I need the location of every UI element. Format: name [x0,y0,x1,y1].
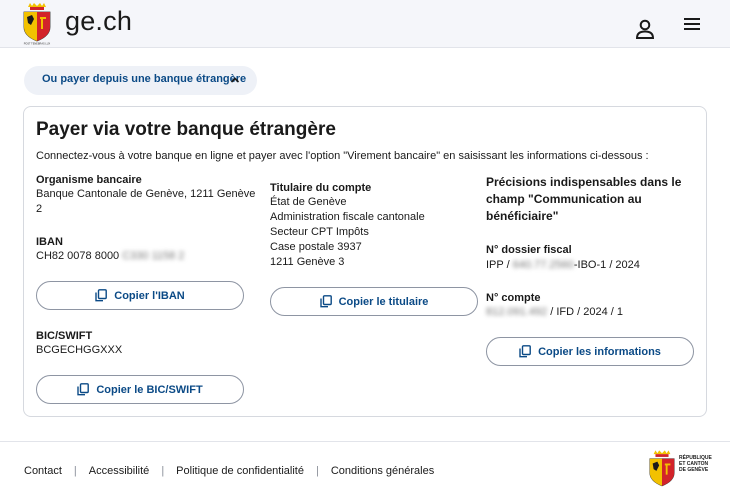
details-heading-line2: champ "Communication au [486,192,642,206]
footer-link-contact[interactable]: Contact [24,465,62,477]
copy-icon [77,383,90,396]
holder-line-1: État de Genève [270,196,347,208]
footer-separator: | [161,465,165,477]
bank-value-line1: Banque Cantonale de Genève, 1211 Genève [36,188,256,200]
holder-label: Titulaire du compte [270,182,372,194]
iban-value: CH82 0078 8000 C330 1158 2 [36,250,185,262]
iban-masked-part: C330 1158 2 [122,250,185,262]
compte-masked-part: 812.091.492 [486,306,548,318]
compte-value: 812.091.492 / IFD / 2024 / 1 [486,306,623,318]
copy-details-button[interactable]: Copier les informations [486,337,694,366]
site-header: POST TENEBRAS LUX ge.ch [0,0,730,48]
foreign-bank-accordion-toggle[interactable]: Ou payer depuis une banque étrangère [24,66,257,95]
holder-line-3: Secteur CPT Impôts [270,226,369,238]
hamburger-menu-icon[interactable] [683,16,701,32]
geneva-crest-logo-icon[interactable]: POST TENEBRAS LUX [22,3,52,45]
copy-icon [519,345,531,358]
bic-label: BIC/SWIFT [36,330,93,342]
bank-label: Organisme bancaire [36,174,142,186]
geneva-crest-footer-icon[interactable] [648,450,676,490]
site-footer: Contact | Accessibilité | Politique de c… [0,441,730,499]
footer-separator: | [73,465,77,477]
accordion-label: Ou payer depuis une banque étrangère [42,73,247,85]
holder-line-2: Administration fiscale cantonale [270,211,425,223]
footer-link-terms[interactable]: Conditions générales [331,465,434,477]
footer-link-accessibility[interactable]: Accessibilité [89,465,150,477]
holder-line-4: Case postale 3937 [270,241,362,253]
holder-line-5: 1211 Genève 3 [270,256,345,268]
copy-iban-button[interactable]: Copier l'IBAN [36,281,244,310]
footer-brand-text: RÉPUBLIQUE ET CANTON DE GENÈVE [679,455,712,473]
card-intro: Connectez-vous à votre banque en ligne e… [36,150,649,162]
svg-text:POST TENEBRAS LUX: POST TENEBRAS LUX [24,43,51,46]
details-heading-line3: bénéficiaire" [486,209,559,223]
footer-separator: | [315,465,319,477]
site-name[interactable]: ge.ch [65,6,132,37]
dossier-label: N° dossier fiscal [486,244,572,256]
details-heading-line1: Précisions indispensables dans le [486,175,682,189]
dossier-masked-part: 640.77.2560 [512,259,574,271]
footer-link-privacy[interactable]: Politique de confidentialité [176,465,304,477]
chevron-up-icon [230,77,240,83]
copy-icon [95,289,108,302]
card-title: Payer via votre banque étrangère [36,119,336,140]
copy-bic-button[interactable]: Copier le BIC/SWIFT [36,375,244,404]
copy-icon [319,295,332,308]
bank-value-line2: 2 [36,203,43,215]
iban-label: IBAN [36,236,63,248]
footer-links: Contact | Accessibilité | Politique de c… [24,465,434,477]
foreign-payment-card: Payer via votre banque étrangère Connect… [23,106,707,417]
copy-holder-button[interactable]: Copier le titulaire [270,287,478,316]
dossier-value: IPP / 640.77.2560-IBO-1 / 2024 [486,259,640,271]
user-account-icon[interactable] [634,18,656,40]
compte-label: N° compte [486,292,541,304]
bic-value: BCGECHGGXXX [36,344,123,356]
